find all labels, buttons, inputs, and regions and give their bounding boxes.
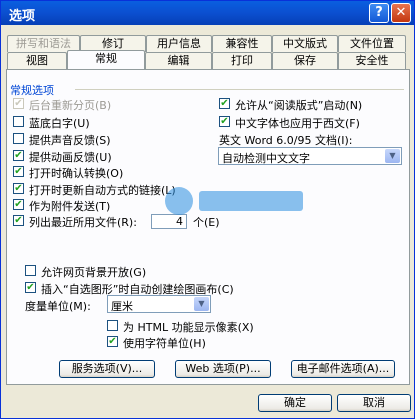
window-title: 选项: [9, 9, 36, 24]
check-mark-icon: ✔: [13, 183, 24, 194]
recent-files-count-input[interactable]: 4: [151, 214, 187, 229]
tab-view[interactable]: 视图: [7, 52, 67, 69]
check-mark-icon: ✔: [219, 98, 230, 109]
cancel-button[interactable]: 取消: [337, 394, 411, 412]
chevron-down-icon: ▼: [385, 149, 400, 163]
title-bar[interactable]: 选项 ? ✕: [1, 1, 414, 25]
close-button[interactable]: ✕: [391, 3, 411, 23]
check-mark-icon: ✔: [13, 166, 24, 177]
tab-save[interactable]: 保存: [272, 52, 338, 69]
tab-edit[interactable]: 编辑: [145, 52, 212, 69]
checkbox-box: [13, 116, 24, 127]
check-mark-icon: ✔: [219, 116, 230, 127]
tab-compatibility[interactable]: 兼容性: [212, 35, 272, 52]
check-mark-icon: ✔: [13, 215, 24, 226]
tab-print[interactable]: 打印: [212, 52, 272, 69]
ok-button[interactable]: 确定: [258, 394, 332, 412]
section-title: 常规选项: [10, 84, 54, 97]
check-mark-icon: ✔: [25, 282, 36, 293]
tab-general[interactable]: 常规: [67, 50, 145, 69]
tab-file-locations[interactable]: 文件位置: [338, 35, 406, 52]
tab-asian-typography[interactable]: 中文版式: [272, 35, 338, 52]
unit-label: 度量单位(M):: [25, 300, 91, 313]
check-mark-icon: ✔: [107, 336, 118, 347]
help-button[interactable]: ?: [369, 3, 389, 23]
word-doc-label: 英文 Word 6.0/95 文档(I):: [219, 134, 353, 147]
checkbox-box: [107, 320, 118, 331]
tab-security[interactable]: 安全性: [338, 52, 406, 69]
checkbox-box: [25, 265, 36, 276]
recent-files-unit: 个(E): [193, 216, 220, 229]
section-divider: [75, 89, 404, 90]
word-doc-value: 自动检测中文文字: [222, 152, 310, 165]
service-options-button[interactable]: 服务选项(V)...: [59, 360, 155, 378]
web-options-button[interactable]: Web 选项(P)...: [175, 360, 271, 378]
tab-user-info[interactable]: 用户信息: [146, 35, 212, 52]
chevron-down-icon: ▼: [194, 297, 209, 311]
unit-select[interactable]: 厘米 ▼: [107, 295, 211, 313]
checkbox-box: [13, 133, 24, 144]
check-mark-icon: ✔: [13, 98, 24, 109]
close-icon: ✕: [395, 5, 407, 20]
unit-value: 厘米: [111, 300, 133, 313]
word-doc-select[interactable]: 自动检测中文文字 ▼: [218, 147, 402, 165]
help-icon: ?: [375, 5, 383, 20]
email-options-button[interactable]: 电子邮件选项(A)...: [291, 360, 395, 378]
check-mark-icon: ✔: [13, 199, 24, 210]
check-mark-icon: ✔: [13, 150, 24, 161]
options-dialog: 选项 ? ✕ 拼写和语法 修订 用户信息 兼容性 中文版式 文件位置 视图 常规…: [0, 0, 415, 419]
